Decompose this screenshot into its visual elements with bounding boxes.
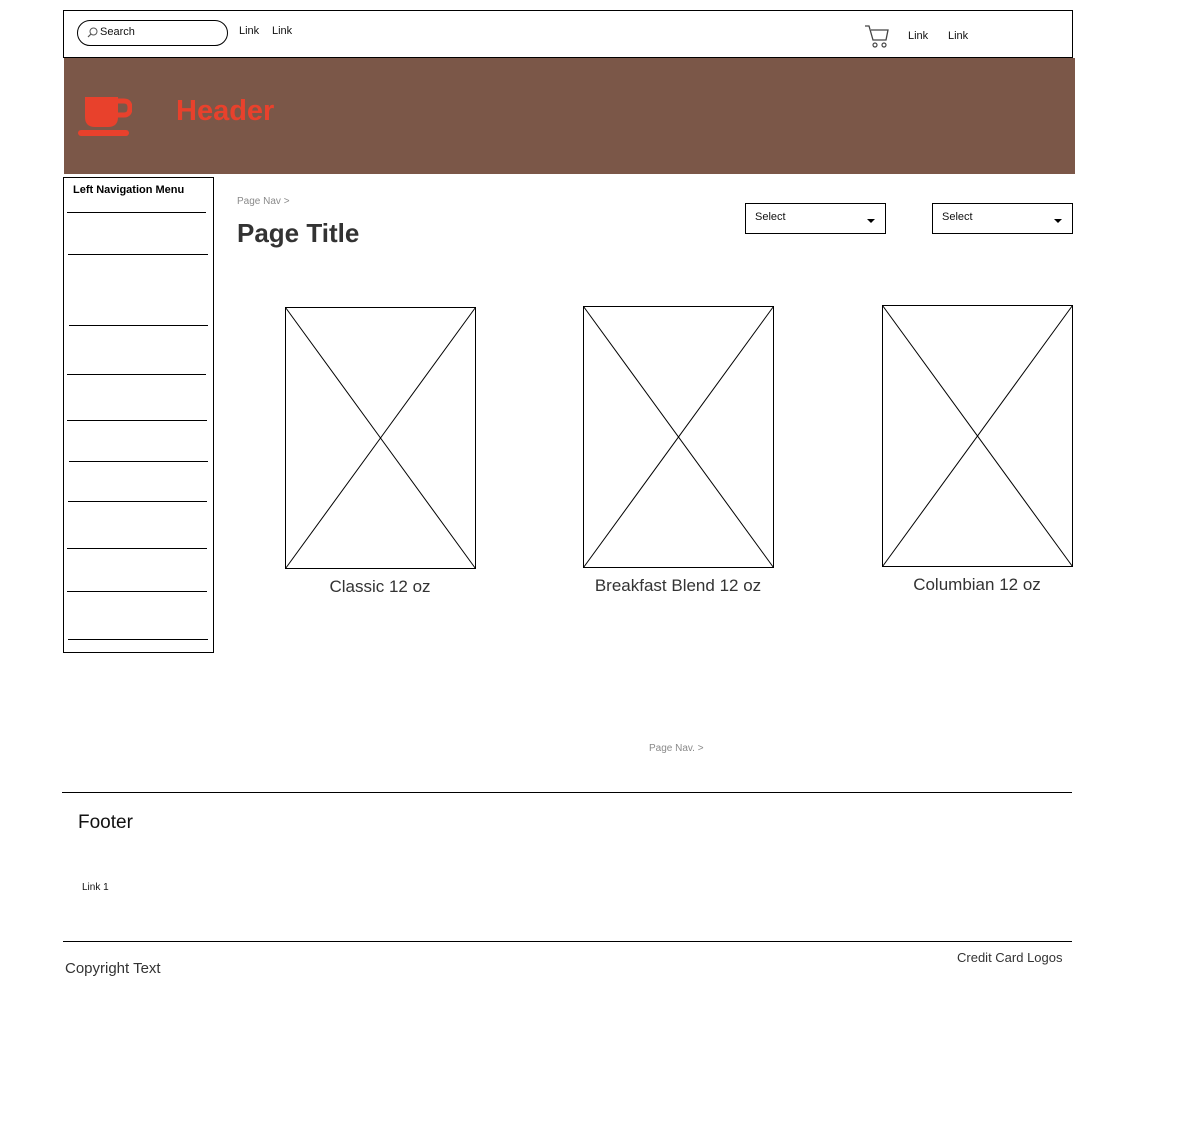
site-header: Header: [64, 58, 1075, 174]
search-box[interactable]: [77, 20, 228, 46]
copyright-divider: [63, 941, 1072, 942]
left-nav-item-6[interactable]: [68, 462, 208, 501]
shopping-cart-icon[interactable]: [864, 23, 890, 49]
product-name[interactable]: Columbian 12 oz: [842, 575, 1112, 595]
left-nav-title: Left Navigation Menu: [73, 184, 185, 196]
coffee-cup-icon[interactable]: [78, 95, 132, 137]
sort-select[interactable]: Select: [745, 203, 886, 234]
nav-divider: [68, 501, 207, 502]
page-title: Page Title: [237, 218, 360, 248]
product-image-placeholder[interactable]: [285, 307, 476, 569]
top-link-4[interactable]: Link: [948, 30, 968, 42]
left-navigation-menu: Left Navigation Menu: [63, 177, 214, 653]
pagination-nav[interactable]: Page Nav. >: [649, 743, 704, 754]
nav-divider: [69, 461, 208, 462]
nav-divider: [67, 420, 207, 421]
left-nav-item-2[interactable]: [68, 255, 208, 325]
top-link-2[interactable]: Link: [272, 25, 292, 37]
nav-divider: [69, 325, 208, 326]
top-link-1[interactable]: Link: [239, 25, 259, 37]
left-nav-item-8[interactable]: [68, 549, 208, 591]
nav-divider: [68, 254, 208, 255]
chevron-down-icon: [867, 219, 875, 223]
search-icon: [87, 27, 98, 38]
footer-title: Footer: [78, 812, 133, 833]
copyright-text: Copyright Text: [65, 960, 161, 977]
nav-divider: [67, 212, 206, 213]
top-link-3[interactable]: Link: [908, 30, 928, 42]
left-nav-item-4[interactable]: [68, 375, 208, 420]
product-card[interactable]: Columbian 12 oz: [882, 305, 1073, 594]
product-image-placeholder[interactable]: [583, 306, 774, 568]
nav-divider: [67, 374, 206, 375]
filter-select-value: Select: [942, 211, 973, 223]
chevron-down-icon: [1054, 219, 1062, 223]
nav-divider: [68, 639, 208, 640]
product-name[interactable]: Classic 12 oz: [245, 577, 515, 597]
filter-select[interactable]: Select: [932, 203, 1073, 234]
credit-card-logos: Credit Card Logos: [957, 950, 1063, 965]
sort-select-value: Select: [755, 211, 786, 223]
breadcrumb[interactable]: Page Nav >: [237, 196, 290, 207]
left-nav-item-3[interactable]: [68, 326, 208, 374]
left-nav-item-1[interactable]: [68, 213, 208, 254]
product-card[interactable]: Classic 12 oz: [285, 307, 476, 596]
footer-divider: [62, 792, 1072, 793]
search-input[interactable]: [100, 23, 220, 41]
left-nav-item-7[interactable]: [68, 502, 208, 548]
header-title: Header: [176, 95, 275, 127]
nav-divider: [67, 591, 207, 592]
nav-divider: [67, 548, 207, 549]
product-image-placeholder[interactable]: [882, 305, 1073, 567]
top-bar: Link Link Link Link: [63, 10, 1073, 58]
product-card[interactable]: Breakfast Blend 12 oz: [583, 306, 774, 595]
footer-link-1[interactable]: Link 1: [82, 882, 109, 893]
left-nav-item-5[interactable]: [68, 421, 208, 461]
left-nav-item-9[interactable]: [68, 592, 208, 639]
product-name[interactable]: Breakfast Blend 12 oz: [543, 576, 813, 596]
